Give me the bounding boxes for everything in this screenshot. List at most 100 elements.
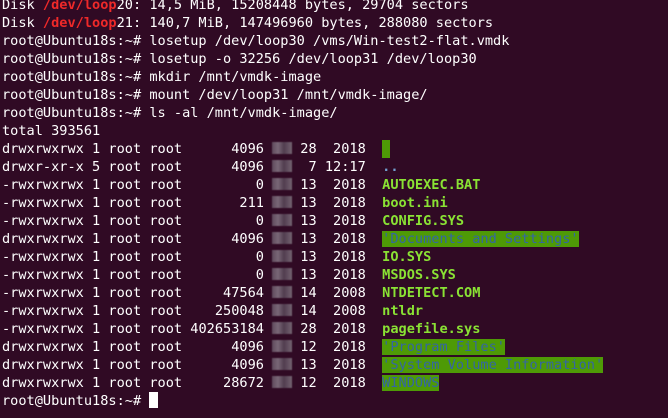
file-time: 2018 — [316, 357, 366, 373]
file-name: CONFIG.SYS — [382, 213, 465, 229]
file-name: 'Documents and Settings' — [382, 231, 579, 247]
file-size: 0 — [182, 213, 264, 229]
link-count: 5 — [92, 159, 101, 175]
listing-row: drwxrwxrwx 1 root root 4096 12 2018 'Pro… — [2, 338, 505, 356]
redacted-month — [272, 322, 293, 334]
file-size: 28672 — [182, 375, 264, 391]
file-owner: root — [108, 303, 142, 319]
file-size: 0 — [182, 177, 264, 193]
file-name — [382, 140, 391, 158]
file-name: .. — [382, 159, 399, 175]
file-day: 12 — [292, 375, 317, 391]
file-group: root — [149, 159, 183, 175]
link-count: 1 — [92, 303, 101, 319]
command-line: root@Ubuntu18s:~# ls -al /mnt/vmdk-image… — [2, 105, 338, 121]
command-line: root@Ubuntu18s:~# mount /dev/loop31 /mnt… — [2, 87, 428, 103]
link-count: 1 — [92, 141, 101, 157]
link-count: 1 — [92, 267, 101, 283]
file-permissions: -rwxrwxrwx — [2, 195, 84, 211]
file-time: 2008 — [316, 285, 366, 301]
file-name: ntldr — [382, 303, 424, 319]
redacted-month — [272, 376, 293, 388]
redacted-month — [272, 232, 293, 244]
file-group: root — [149, 267, 183, 283]
listing-row: -rwxrwxrwx 1 root root 0 13 2018 IO.SYS — [2, 248, 431, 266]
file-time: 2018 — [316, 267, 366, 283]
link-count: 1 — [92, 339, 101, 355]
file-time: 2018 — [316, 249, 366, 265]
file-owner: root — [108, 159, 142, 175]
listing-row: drwxr-xr-x 5 root root 4096 7 12:17 .. — [2, 158, 399, 176]
file-permissions: -rwxrwxrwx — [2, 213, 84, 229]
listing-row: drwxrwxrwx 1 root root 4096 28 2018 — [2, 140, 391, 158]
link-count: 1 — [92, 231, 101, 247]
file-owner: root — [108, 375, 142, 391]
file-size: 0 — [182, 267, 264, 283]
file-permissions: -rwxrwxrwx — [2, 267, 84, 283]
file-permissions: -rwxrwxrwx — [2, 177, 84, 193]
file-size: 250048 — [182, 303, 264, 319]
file-owner: root — [108, 285, 142, 301]
file-time: 2008 — [316, 303, 366, 319]
file-permissions: drwxr-xr-x — [2, 159, 84, 175]
redacted-month — [272, 142, 293, 154]
file-size: 4096 — [182, 357, 264, 373]
file-size: 4096 — [182, 141, 264, 157]
disk-info-line: Disk /dev/loop20: 14,5 MiB, 15208448 byt… — [2, 0, 469, 13]
file-owner: root — [108, 177, 142, 193]
terminal-window[interactable]: Disk /dev/loop20: 14,5 MiB, 15208448 byt… — [0, 0, 668, 418]
redacted-month — [272, 214, 293, 226]
listing-row: -rwxrwxrwx 1 root root 211 13 2018 boot.… — [2, 194, 448, 212]
file-permissions: drwxrwxrwx — [2, 141, 84, 157]
file-name: 'Program Files' — [382, 339, 505, 355]
file-day: 13 — [292, 249, 317, 265]
file-name: NTDETECT.COM — [382, 285, 481, 301]
file-size: 4096 — [182, 339, 264, 355]
file-day: 13 — [292, 195, 317, 211]
listing-row: -rwxrwxrwx 1 root root 250048 14 2008 nt… — [2, 302, 423, 320]
file-owner: root — [108, 213, 142, 229]
file-owner: root — [108, 339, 142, 355]
file-permissions: drwxrwxrwx — [2, 357, 84, 373]
active-prompt-line[interactable]: root@Ubuntu18s:~# — [2, 392, 159, 410]
file-name: IO.SYS — [382, 249, 432, 265]
redacted-month — [272, 250, 293, 262]
listing-row: -rwxrwxrwx 1 root root 0 13 2018 MSDOS.S… — [2, 266, 456, 284]
file-owner: root — [108, 141, 142, 157]
file-group: root — [149, 195, 183, 211]
redacted-month — [272, 304, 293, 316]
link-count: 1 — [92, 285, 101, 301]
file-time: 2018 — [316, 213, 366, 229]
file-owner: root — [108, 249, 142, 265]
file-owner: root — [108, 195, 142, 211]
file-group: root — [149, 303, 183, 319]
file-time: 2018 — [316, 375, 366, 391]
file-day: 13 — [292, 213, 317, 229]
listing-row: -rwxrwxrwx 1 root root 47564 14 2008 NTD… — [2, 284, 480, 302]
file-group: root — [149, 357, 183, 373]
link-count: 1 — [92, 195, 101, 211]
listing-row: -rwxrwxrwx 1 root root 0 13 2018 CONFIG.… — [2, 212, 464, 230]
file-name: MSDOS.SYS — [382, 267, 456, 283]
link-count: 1 — [92, 213, 101, 229]
total-line: total 393561 — [2, 123, 101, 139]
file-name: WINDOWS — [382, 375, 440, 391]
file-group: root — [149, 177, 183, 193]
file-size: 402653184 — [182, 321, 264, 337]
file-group: root — [149, 213, 183, 229]
file-name: 'System Volume Information' — [382, 357, 604, 373]
file-time: 2018 — [316, 231, 366, 247]
file-day: 28 — [292, 321, 317, 337]
file-size: 4096 — [182, 159, 264, 175]
listing-row: drwxrwxrwx 1 root root 28672 12 2018 WIN… — [2, 374, 440, 392]
file-group: root — [149, 321, 183, 337]
redacted-month — [272, 178, 293, 190]
file-permissions: drwxrwxrwx — [2, 375, 84, 391]
listing-row: drwxrwxrwx 1 root root 4096 13 2018 'Doc… — [2, 230, 579, 248]
redacted-month — [272, 268, 293, 280]
file-day: 13 — [292, 231, 317, 247]
file-time: 2018 — [316, 177, 366, 193]
redacted-month — [272, 340, 293, 352]
link-count: 1 — [92, 357, 101, 373]
file-size: 4096 — [182, 231, 264, 247]
